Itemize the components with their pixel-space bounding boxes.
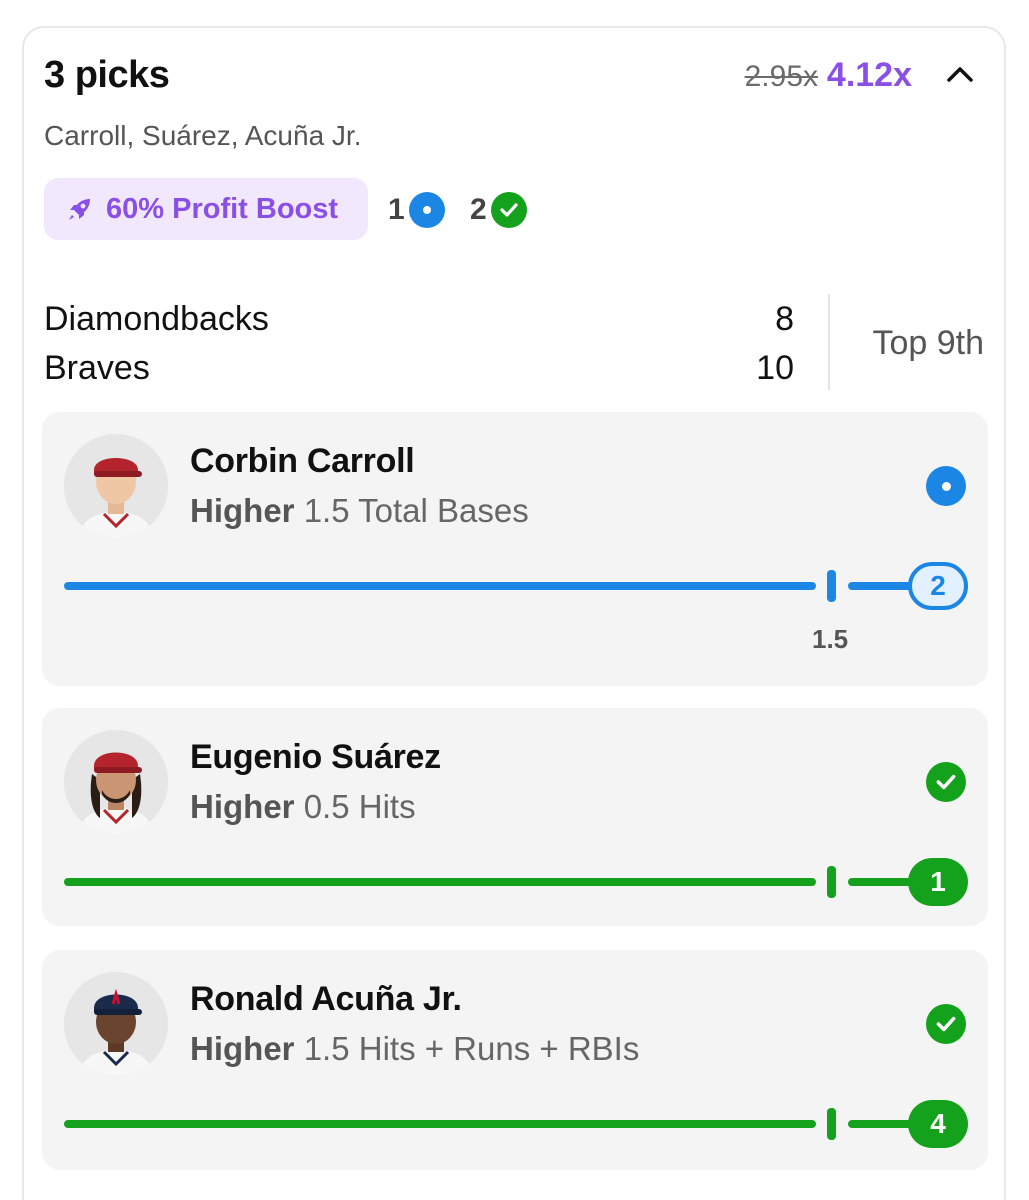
player-headshot <box>64 434 168 538</box>
progress-bar <box>64 1120 816 1128</box>
pick-line: Higher 1.5 Total Bases <box>190 492 529 530</box>
progress-bar <box>64 582 816 590</box>
score-away: 8 <box>775 300 794 338</box>
score-divider <box>828 294 830 390</box>
pick-line-value: 1.5 <box>303 1030 350 1067</box>
original-multiplier: 2.95x <box>744 60 818 93</box>
check-circle-icon <box>490 192 527 228</box>
pick-line-value: 1.5 <box>303 492 350 529</box>
player-headshot <box>64 972 168 1076</box>
won-count: 2 <box>470 192 527 228</box>
team-home: Braves <box>44 349 150 387</box>
pick-card[interactable]: Corbin Carroll Higher 1.5 Total Bases 2 … <box>42 412 988 686</box>
live-dot-icon <box>926 466 966 506</box>
score-home: 10 <box>756 349 794 387</box>
player-headshot <box>64 730 168 834</box>
current-value-pill: 4 <box>908 1100 968 1148</box>
pick-card[interactable]: Ronald Acuña Jr. Higher 1.5 Hits + Runs … <box>42 950 988 1170</box>
pending-count-value: 1 <box>388 193 405 226</box>
pick-direction: Higher <box>190 492 295 529</box>
pick-line-value: 0.5 <box>303 788 350 825</box>
player-name: Eugenio Suárez <box>190 738 441 776</box>
player-name: Corbin Carroll <box>190 442 415 480</box>
pick-direction: Higher <box>190 1030 295 1067</box>
chevron-up-icon[interactable] <box>946 64 974 84</box>
line-value-label: 1.5 <box>812 624 849 654</box>
pick-stat: Hits + Runs + RBIs <box>358 1030 640 1067</box>
rocket-icon <box>69 199 90 220</box>
line-marker <box>827 866 836 898</box>
team-away: Diamondbacks <box>44 300 269 338</box>
pick-stat: Total Bases <box>358 492 529 529</box>
boosted-multiplier: 4.12x <box>826 56 912 94</box>
pick-line: Higher 1.5 Hits + Runs + RBIs <box>190 1030 639 1068</box>
current-value-pill: 2 <box>908 562 968 610</box>
live-dot-icon <box>408 192 445 228</box>
line-marker <box>827 1108 836 1140</box>
entry-card: 3 picks 2.95x 4.12x Carroll, Suárez, Acu… <box>22 26 1006 1200</box>
pick-direction: Higher <box>190 788 295 825</box>
profit-boost-label: 60% Profit Boost <box>106 192 339 225</box>
pending-count: 1 <box>388 192 445 228</box>
player-name: Ronald Acuña Jr. <box>190 980 462 1018</box>
pick-line: Higher 0.5 Hits <box>190 788 416 826</box>
inning-status: Top 9th <box>872 324 984 362</box>
check-circle-icon <box>926 762 966 802</box>
profit-boost-badge: 60% Profit Boost <box>44 178 368 240</box>
won-count-value: 2 <box>470 193 487 226</box>
line-marker <box>827 570 836 602</box>
progress-bar <box>64 878 816 886</box>
picks-subtitle: Carroll, Suárez, Acuña Jr. <box>44 120 362 151</box>
picks-title: 3 picks <box>44 54 170 96</box>
pick-card[interactable]: Eugenio Suárez Higher 0.5 Hits 1 <box>42 708 988 926</box>
pick-stat: Hits <box>358 788 416 825</box>
check-circle-icon <box>926 1004 966 1044</box>
current-value-pill: 1 <box>908 858 968 906</box>
